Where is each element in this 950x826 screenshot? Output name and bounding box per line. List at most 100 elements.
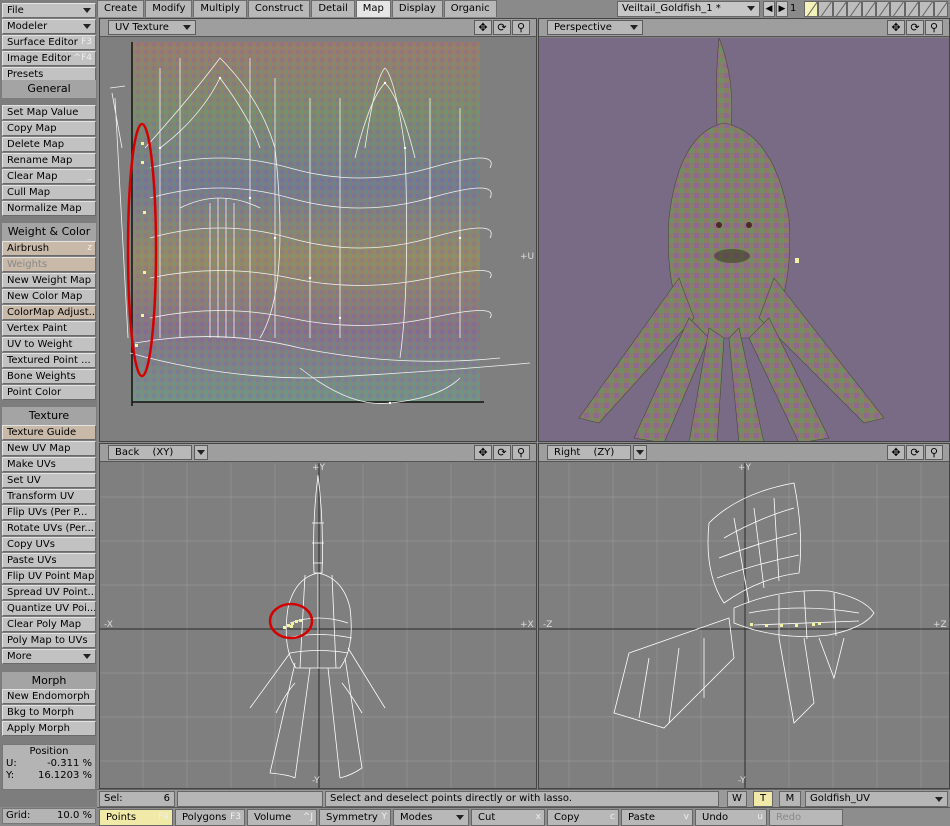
airbrush-button[interactable]: Airbrush z: [2, 241, 96, 256]
tab-create[interactable]: Create: [97, 0, 145, 17]
view-type-selector[interactable]: UV Texture: [108, 20, 196, 35]
cut-button[interactable]: Cut x: [471, 809, 545, 826]
selected-points: [283, 619, 302, 629]
new-color-map-button[interactable]: New Color Map: [2, 289, 96, 304]
new-uv-map-button[interactable]: New UV Map: [2, 441, 96, 456]
layer-button[interactable]: [904, 1, 920, 17]
view-type-selector[interactable]: Perspective: [547, 20, 643, 35]
points-button[interactable]: Points F4: [99, 809, 173, 826]
textured-point-button[interactable]: Textured Point ...: [2, 353, 96, 368]
make-uvs-button[interactable]: Make UVs: [2, 457, 96, 472]
layer-button[interactable]: [804, 1, 819, 17]
clear-poly-map-button[interactable]: Clear Poly Map: [2, 617, 96, 632]
flip-uvs-per-p-button[interactable]: Flip UVs (Per P...: [2, 505, 96, 520]
layer-button[interactable]: [890, 1, 905, 17]
rotate-view-button[interactable]: ⟳: [493, 445, 511, 460]
copy-map-button[interactable]: Copy Map: [2, 121, 96, 136]
clear-map-button[interactable]: Clear Map _: [2, 169, 96, 184]
morph-map-button[interactable]: M: [779, 791, 801, 807]
layer-button[interactable]: [832, 1, 848, 17]
next-layer-button[interactable]: ▶: [776, 1, 788, 17]
set-map-value-button[interactable]: Set Map Value: [2, 105, 96, 120]
view-type-selector[interactable]: Right (ZY): [547, 445, 631, 460]
zoom-view-button[interactable]: ⚲: [925, 20, 943, 35]
uv-texture-viewport[interactable]: UV Texture ✥ ⟳ ⚲ +U: [99, 18, 537, 442]
modes-dropdown[interactable]: Modes: [393, 809, 469, 826]
view-options-dropdown[interactable]: [194, 445, 208, 460]
weight-map-button[interactable]: W: [727, 791, 747, 807]
layer-button[interactable]: [933, 1, 949, 17]
transform-uv-button[interactable]: Transform UV: [2, 489, 96, 504]
rotate-view-button[interactable]: ⟳: [906, 445, 924, 460]
vertex-paint-button[interactable]: Vertex Paint: [2, 321, 96, 336]
cull-map-button[interactable]: Cull Map: [2, 185, 96, 200]
spread-uv-point-button[interactable]: Spread UV Point...: [2, 585, 96, 600]
bone-weights-button[interactable]: Bone Weights: [2, 369, 96, 384]
tab-detail[interactable]: Detail: [311, 0, 355, 17]
tab-multiply[interactable]: Multiply: [193, 0, 247, 17]
tab-map[interactable]: Map: [355, 0, 391, 17]
tab-display[interactable]: Display: [391, 0, 443, 17]
move-view-button[interactable]: ✥: [474, 20, 492, 35]
uv-canvas[interactable]: +U: [100, 38, 536, 441]
undo-button[interactable]: Undo u: [695, 809, 767, 826]
layer-button[interactable]: [919, 1, 934, 17]
back-viewport[interactable]: Back (XY) ✥ ⟳ ⚲ +Y -Y +X -X: [99, 443, 537, 789]
right-canvas[interactable]: +Y -Y +Z -Z: [539, 463, 949, 788]
copy-uvs-button[interactable]: Copy UVs: [2, 537, 96, 552]
rotate-uvs-per-button[interactable]: Rotate UVs (Per...: [2, 521, 96, 536]
zoom-view-button[interactable]: ⚲: [512, 445, 530, 460]
polygons-button[interactable]: Polygons F3: [175, 809, 245, 826]
zoom-view-button[interactable]: ⚲: [925, 445, 943, 460]
new-endomorph-button[interactable]: New Endomorph: [2, 689, 96, 704]
new-weight-map-button[interactable]: New Weight Map: [2, 273, 96, 288]
quantize-uv-poi-button[interactable]: Quantize UV Poi...: [2, 601, 96, 616]
surface-editor-button[interactable]: Surface Editor F3: [2, 35, 96, 50]
right-viewport[interactable]: Right (ZY) ✥ ⟳ ⚲ +Y -Y +Z -Z: [538, 443, 950, 789]
prev-layer-button[interactable]: ◀: [763, 1, 775, 17]
symmetry-button[interactable]: Symmetry Y: [319, 809, 391, 826]
tab-modify[interactable]: Modify: [145, 0, 193, 17]
move-view-button[interactable]: ✥: [887, 20, 905, 35]
paste-uvs-button[interactable]: Paste UVs: [2, 553, 96, 568]
poly-map-to-uvs-button[interactable]: Poly Map to UVs: [2, 633, 96, 648]
rotate-view-button[interactable]: ⟳: [493, 20, 511, 35]
point-color-button[interactable]: Point Color: [2, 385, 96, 400]
layer-button[interactable]: [861, 1, 877, 17]
bkg-to-morph-button[interactable]: Bkg to Morph: [2, 705, 96, 720]
copy-button[interactable]: Copy c: [547, 809, 619, 826]
object-selector[interactable]: Veiltail_Goldfish_1 *: [617, 1, 760, 17]
volume-button[interactable]: Volume ^J: [247, 809, 317, 826]
uv-to-weight-button[interactable]: UV to Weight: [2, 337, 96, 352]
rotate-view-button[interactable]: ⟳: [906, 20, 924, 35]
texture-guide-button[interactable]: Texture Guide: [2, 425, 96, 440]
zoom-view-button[interactable]: ⚲: [512, 20, 530, 35]
layer-button[interactable]: [847, 1, 862, 17]
modeler-dropdown[interactable]: Modeler: [2, 19, 96, 34]
texture-map-button[interactable]: T: [753, 791, 773, 807]
perspective-viewport[interactable]: Perspective ✥ ⟳ ⚲: [538, 18, 950, 442]
vmap-selector[interactable]: Goldfish_UV: [805, 791, 948, 807]
colormap-adjust-button[interactable]: ColorMap Adjust...: [2, 305, 96, 320]
apply-morph-button[interactable]: Apply Morph: [2, 721, 96, 736]
view-options-dropdown[interactable]: [633, 445, 647, 460]
paste-button[interactable]: Paste v: [621, 809, 693, 826]
more-dropdown[interactable]: More: [2, 649, 96, 664]
image-editor-button[interactable]: Image Editor ^F4: [2, 51, 96, 66]
layer-button[interactable]: [818, 1, 833, 17]
delete-map-button[interactable]: Delete Map: [2, 137, 96, 152]
file-dropdown[interactable]: File: [2, 3, 96, 18]
rename-map-button[interactable]: Rename Map: [2, 153, 96, 168]
tab-organic[interactable]: Organic: [443, 0, 497, 17]
back-canvas[interactable]: +Y -Y +X -X: [100, 463, 536, 788]
section-header-weight: Weight & Color: [2, 223, 96, 241]
view-type-selector[interactable]: Back (XY): [108, 445, 192, 460]
layer-button[interactable]: [876, 1, 891, 17]
perspective-canvas[interactable]: [539, 37, 949, 441]
flip-uv-point-map-button[interactable]: Flip UV Point Map: [2, 569, 96, 584]
move-view-button[interactable]: ✥: [887, 445, 905, 460]
move-view-button[interactable]: ✥: [474, 445, 492, 460]
set-uv-button[interactable]: Set UV: [2, 473, 96, 488]
tab-construct[interactable]: Construct: [247, 0, 311, 17]
normalize-map-button[interactable]: Normalize Map: [2, 201, 96, 216]
